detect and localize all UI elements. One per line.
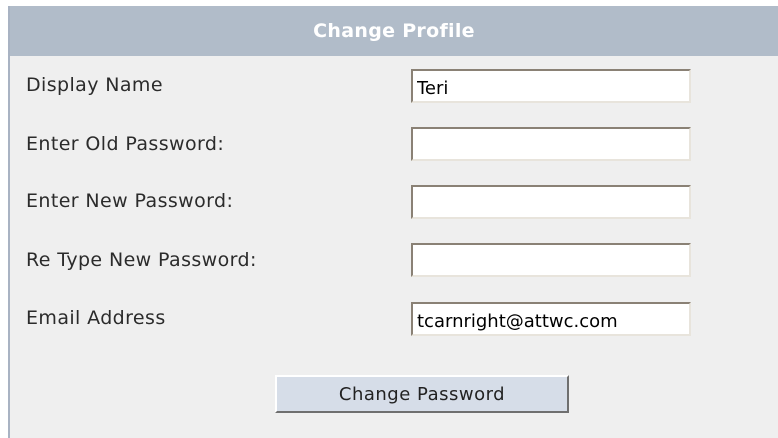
new-password-label: Enter New Password: (26, 190, 234, 212)
email-label: Email Address (26, 307, 166, 329)
new-password-input[interactable] (411, 185, 691, 219)
old-password-label: Enter Old Password: (26, 133, 225, 155)
change-password-button[interactable]: Change Password (275, 375, 569, 413)
display-name-input[interactable] (411, 69, 691, 103)
email-input[interactable] (411, 302, 691, 336)
retype-password-label: Re Type New Password: (26, 249, 257, 271)
old-password-input[interactable] (411, 127, 691, 161)
retype-password-input[interactable] (411, 243, 691, 277)
change-profile-panel: Change Profile Display Name Enter Old Pa… (8, 6, 778, 438)
display-name-label: Display Name (26, 74, 163, 96)
panel-title: Change Profile (10, 6, 778, 56)
